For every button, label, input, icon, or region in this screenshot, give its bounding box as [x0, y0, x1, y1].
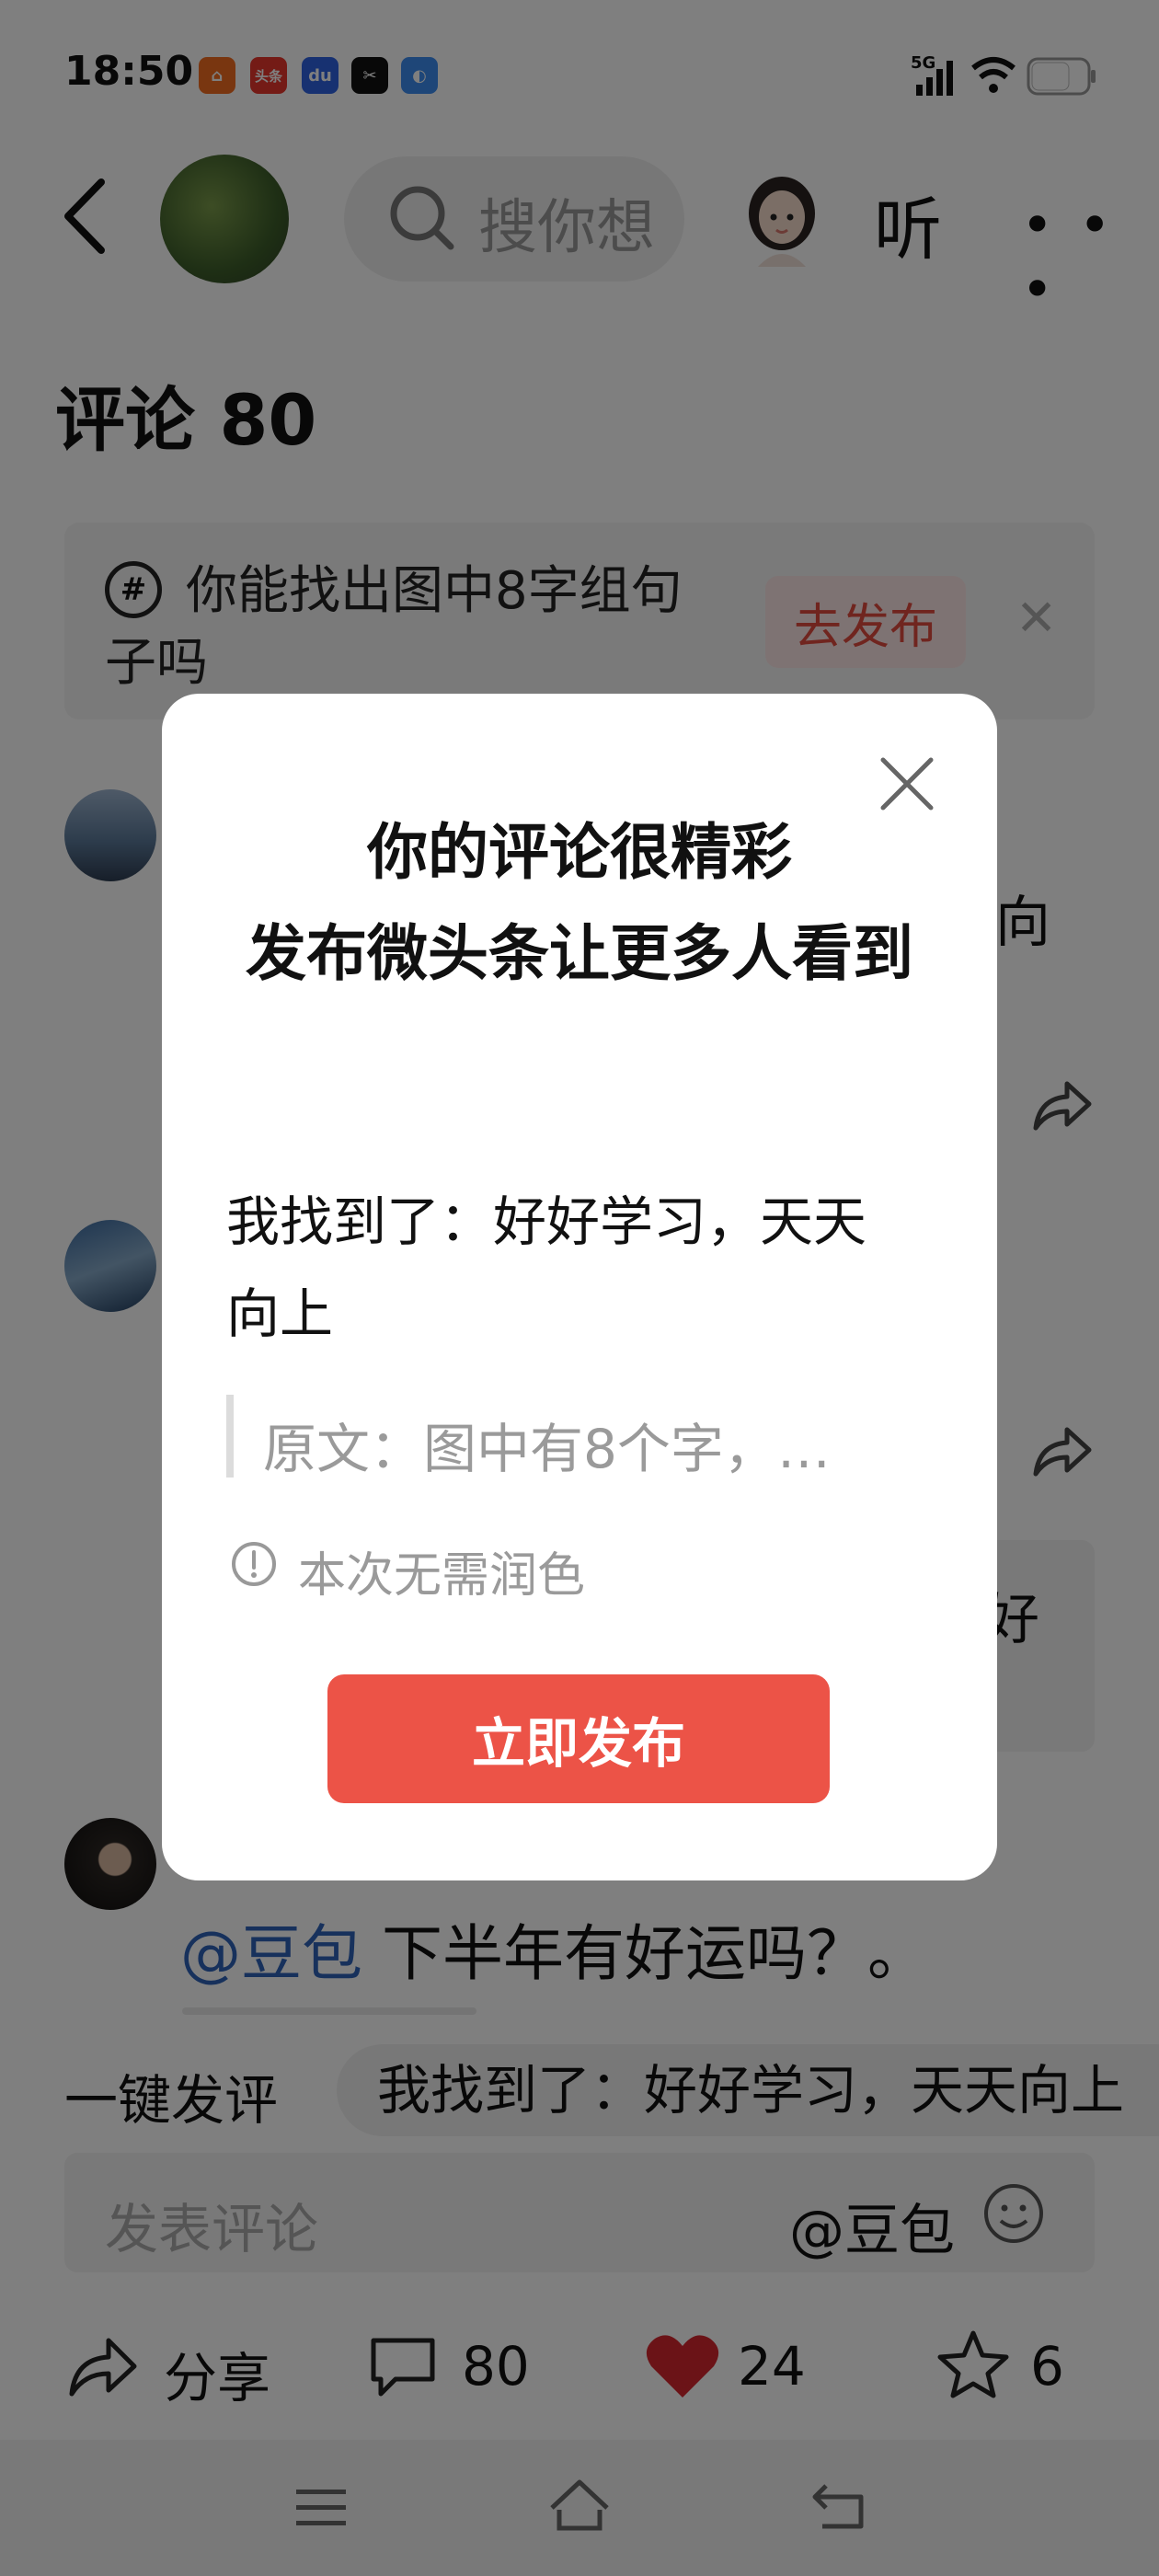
info-icon	[232, 1542, 276, 1586]
quote-bar	[226, 1395, 234, 1478]
dialog-title: 你的评论很精彩 发布微头条让更多人看到	[180, 802, 979, 1005]
dialog-title-line2: 发布微头条让更多人看到	[246, 918, 913, 989]
dialog-comment-text: 我找到了：好好学习，天天向上	[226, 1190, 867, 1345]
publish-now-button[interactable]: 立即发布	[327, 1674, 830, 1803]
dialog-title-line1: 你的评论很精彩	[367, 817, 792, 888]
dialog-info-text: 本次无需润色	[298, 1548, 586, 1604]
dialog-original-quote: 原文：图中有8个字，…	[263, 1418, 831, 1480]
